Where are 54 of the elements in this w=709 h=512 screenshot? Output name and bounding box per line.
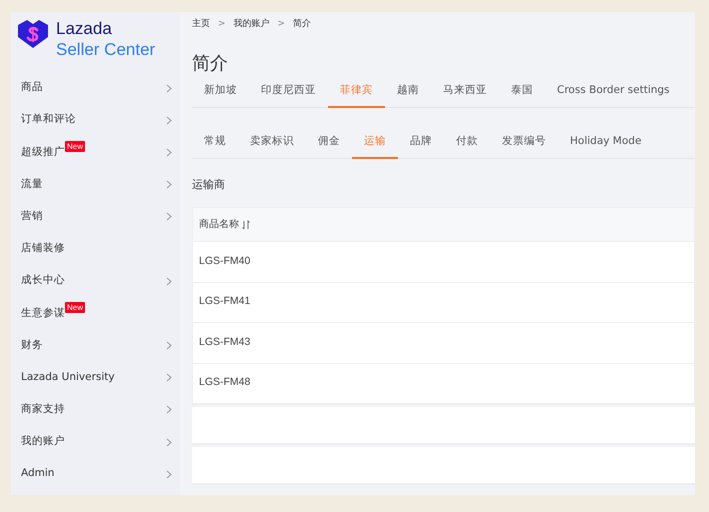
menu-label: 流量 <box>21 176 43 192</box>
menu-label: 商品 <box>21 80 43 96</box>
sidebar-item[interactable]: 店铺装修 <box>11 232 180 266</box>
tab[interactable]: 印度尼西亚 <box>249 79 328 108</box>
breadcrumb-link[interactable]: 主页 <box>192 18 210 52</box>
table-cell-text: LGS-FM41 <box>199 294 250 310</box>
sidebar-item[interactable]: 商品 <box>11 72 180 104</box>
sort-icon[interactable] <box>242 220 250 230</box>
breadcrumb-separator: > <box>218 18 226 31</box>
table-cell-text: LGS-FM43 <box>199 334 250 350</box>
tab[interactable]: 品牌 <box>398 130 444 158</box>
tab[interactable]: 常规 <box>192 130 238 158</box>
breadcrumb-link[interactable]: 我的账户 <box>234 18 270 52</box>
menu-label: 订单和评论 <box>21 112 76 128</box>
brand-name: Lazada <box>56 19 113 39</box>
sidebar-item[interactable]: 我的账户 <box>11 426 180 458</box>
menu-label: Admin <box>21 466 54 482</box>
menu-label: 成长中心 <box>21 273 65 288</box>
menu-label: 店铺装修 <box>21 241 65 256</box>
logo-icon <box>16 19 50 49</box>
tab[interactable]: 发票编号 <box>490 130 558 158</box>
tab[interactable]: 泰国 <box>499 79 545 108</box>
tab[interactable]: 卖家标识 <box>238 130 306 158</box>
tab[interactable]: 佣金 <box>306 130 352 158</box>
menu-label: 商家支持 <box>21 402 65 418</box>
sidebar-item[interactable]: 商家支持 <box>11 394 180 426</box>
sidebar-item[interactable]: Lazada University <box>11 362 180 394</box>
menu-label: 我的账户 <box>21 434 65 450</box>
tab[interactable]: 付款 <box>444 130 490 158</box>
menu-label: Lazada University <box>21 370 115 385</box>
page-title: 简介 <box>192 52 229 76</box>
sidebar-item[interactable]: 财务 <box>11 330 180 362</box>
sidebar-item[interactable]: 流量 <box>11 168 180 201</box>
tab[interactable]: 越南 <box>385 79 431 108</box>
column-header[interactable]: 商品名称 <box>199 217 239 232</box>
new-badge: New <box>65 302 86 313</box>
sidebar-item[interactable]: 成长中心 <box>11 265 180 298</box>
table-cell-text: LGS-FM40 <box>199 254 250 269</box>
sidebar-item[interactable]: Admin <box>11 458 180 490</box>
menu-label: 营销 <box>21 208 43 224</box>
section-title: 运输商 <box>192 176 226 192</box>
tab[interactable]: Cross Border settings <box>545 79 682 108</box>
tab[interactable]: 新加坡 <box>192 79 249 108</box>
menu-label: 财务 <box>21 338 43 353</box>
tab[interactable]: 马来西亚 <box>431 79 499 108</box>
table-cell-text: LGS-FM48 <box>199 375 250 390</box>
menu-label: 生意参谋 <box>21 306 65 321</box>
menu-label: 超级推广 <box>21 144 65 160</box>
tab[interactable]: Holiday Mode <box>558 130 654 158</box>
breadcrumb-separator: > <box>278 18 286 31</box>
sidebar-item[interactable]: 订单和评论 <box>11 104 180 136</box>
new-badge: New <box>65 140 86 152</box>
product-name: Seller Center <box>56 39 156 61</box>
sidebar-item[interactable]: 营销 <box>11 200 180 233</box>
